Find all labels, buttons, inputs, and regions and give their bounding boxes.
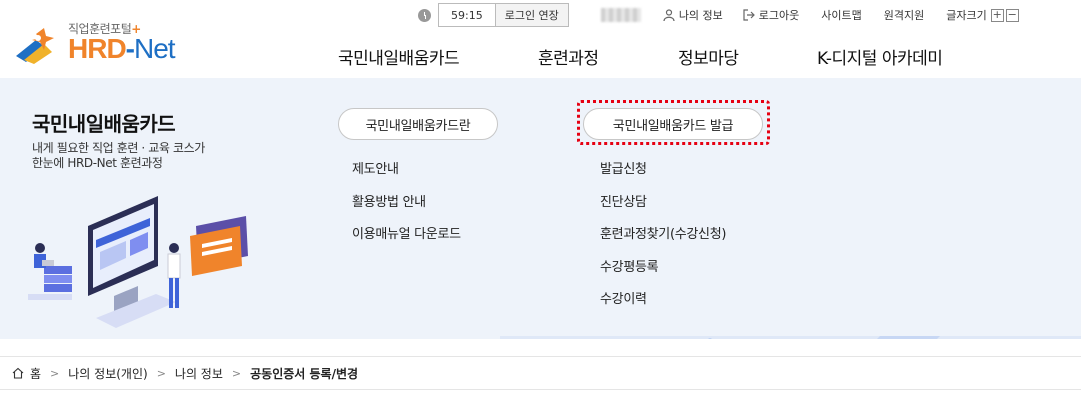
person-icon	[663, 9, 675, 21]
extend-login-button[interactable]: 로그인 연장	[495, 3, 569, 27]
decorative-strip	[500, 336, 1081, 339]
menu-course-review[interactable]: 수강평등록	[600, 256, 659, 275]
highlight-box	[577, 100, 770, 145]
breadcrumb-home[interactable]: 홈	[30, 365, 41, 382]
font-size-label: 글자크기	[946, 9, 987, 22]
breadcrumb-my-info-personal[interactable]: 나의 정보(개인)	[68, 365, 147, 382]
user-name-blurred	[600, 8, 641, 22]
national-card-intro-button[interactable]: 국민내일배움카드란	[338, 108, 498, 140]
nav-k-digital-academy[interactable]: K-디지털 아카데미	[817, 44, 943, 69]
breadcrumb-my-info[interactable]: 나의 정보	[175, 365, 223, 382]
font-decrease-button[interactable]: −	[1005, 8, 1019, 22]
font-increase-button[interactable]: +	[990, 8, 1004, 22]
mega-menu-panel: 국민내일배움카드 내게 필요한 직업 훈련 · 교육 코스가 한눈에 HRD-N…	[0, 78, 1081, 339]
breadcrumb: 홈 > 나의 정보(개인) > 나의 정보 > 공동인증서 등록/변경	[0, 356, 1081, 390]
nav-national-card[interactable]: 국민내일배움카드	[338, 44, 460, 69]
home-icon[interactable]	[12, 367, 24, 379]
panel-desc-line2: 한눈에 HRD-Net 훈련과정	[32, 156, 163, 170]
menu-course-history[interactable]: 수강이력	[600, 288, 647, 307]
menu-find-course[interactable]: 훈련과정찾기(수강신청)	[600, 223, 726, 242]
chevron-right-icon: >	[50, 366, 60, 380]
menu-manual-download[interactable]: 이용매뉴얼 다운로드	[352, 223, 461, 242]
utility-bar: 59:15 로그인 연장 나의 정보 로그아웃 사이트맵 원격지원 글자크기 +…	[418, 3, 1019, 27]
menu-issue-request[interactable]: 발급신청	[600, 158, 647, 177]
menu-diagnostic-consult[interactable]: 진단상담	[600, 191, 647, 210]
breadcrumb-current: 공동인증서 등록/변경	[250, 366, 359, 381]
menu-usage-guide[interactable]: 활용방법 안내	[352, 191, 426, 210]
panel-description: 내게 필요한 직업 훈련 · 교육 코스가 한눈에 HRD-Net 훈련과정	[32, 141, 205, 171]
my-info-link[interactable]: 나의 정보	[663, 7, 723, 23]
remote-support-link[interactable]: 원격지원	[884, 7, 924, 23]
logout-label: 로그아웃	[758, 9, 800, 22]
site-header: 직업훈련포털+ HRD-Net 59:15 로그인 연장 나의 정보 로그아웃 …	[0, 0, 1081, 78]
sitemap-link[interactable]: 사이트맵	[821, 7, 861, 23]
menu-system-guide[interactable]: 제도안내	[352, 158, 399, 177]
my-info-label: 나의 정보	[678, 9, 723, 22]
panel-desc-line1: 내게 필요한 직업 훈련 · 교육 코스가	[32, 141, 205, 155]
nav-training-course[interactable]: 훈련과정	[538, 44, 599, 69]
chevron-right-icon: >	[156, 366, 166, 380]
logout-icon	[743, 9, 755, 21]
chevron-right-icon: >	[231, 366, 242, 380]
panel-title: 국민내일배움카드	[32, 112, 176, 136]
computer-illustration	[28, 196, 248, 328]
session-timer: 59:15	[438, 3, 496, 27]
nav-info-square[interactable]: 정보마당	[678, 44, 739, 69]
font-size-control: 글자크기 + −	[946, 7, 1019, 23]
main-navigation: 국민내일배움카드 훈련과정 정보마당 K-디지털 아카데미	[0, 44, 1081, 69]
logout-link[interactable]: 로그아웃	[743, 7, 799, 23]
clock-icon	[418, 8, 431, 22]
